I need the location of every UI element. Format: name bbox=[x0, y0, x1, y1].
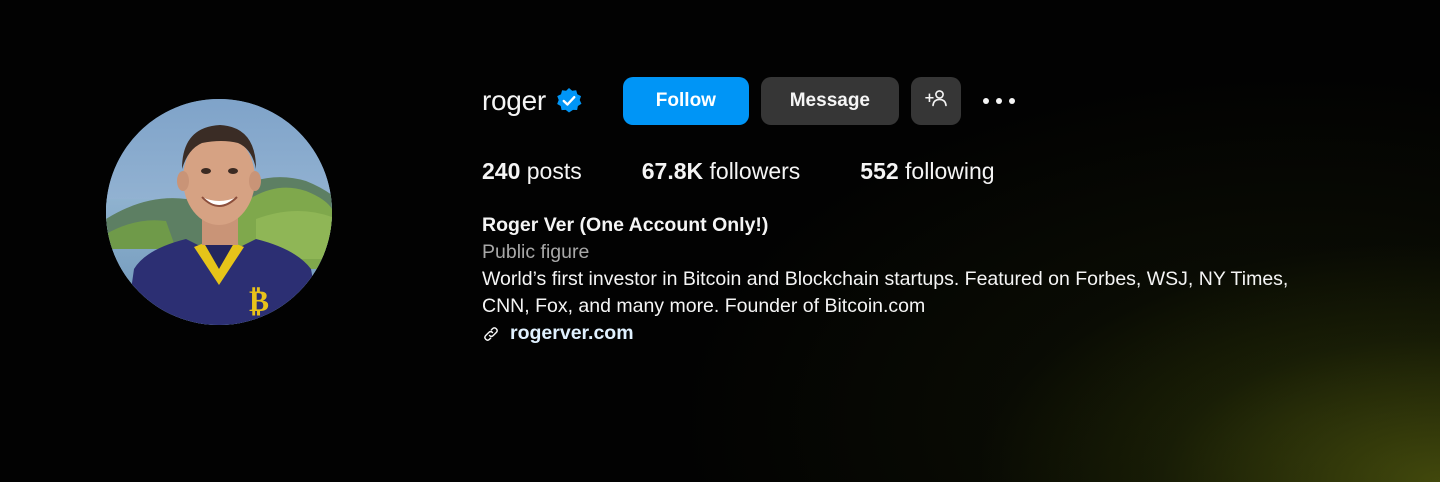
bio-text: World’s first investor in Bitcoin and Bl… bbox=[482, 266, 1402, 320]
bio-line: CNN, Fox, and many more. Founder of Bitc… bbox=[482, 295, 926, 317]
profile-header: ₿ roger Follow Message + 240 posts 67.8K… bbox=[0, 0, 1440, 482]
profile-stats: 240 posts 67.8K followers 552 following bbox=[482, 156, 1412, 186]
link-icon bbox=[482, 325, 500, 343]
more-options-icon bbox=[982, 98, 1015, 104]
more-options-button[interactable] bbox=[981, 77, 1017, 125]
avatar-image: ₿ bbox=[106, 99, 332, 325]
profile-top-row: roger Follow Message + bbox=[482, 76, 1412, 126]
username: roger bbox=[482, 85, 546, 116]
followers-label: followers bbox=[709, 157, 801, 184]
message-button[interactable]: Message bbox=[760, 77, 899, 125]
svg-text:₿: ₿ bbox=[249, 284, 269, 319]
bio-line: World’s first investor in Bitcoin and Bl… bbox=[482, 268, 1289, 290]
profile-bio: Roger Ver (One Account Only!) Public fig… bbox=[482, 212, 1412, 347]
profile-avatar[interactable]: ₿ bbox=[106, 99, 332, 325]
followers-number: 67.8K bbox=[641, 157, 704, 184]
verified-badge-icon bbox=[555, 87, 583, 115]
posts-number: 240 bbox=[482, 157, 521, 184]
add-person-icon: + bbox=[924, 88, 948, 114]
website-link-text[interactable]: rogerver.com bbox=[510, 320, 634, 347]
posts-label: posts bbox=[526, 157, 582, 184]
category-label: Public figure bbox=[482, 241, 590, 263]
following-count[interactable]: 552 following bbox=[860, 158, 994, 185]
followers-count[interactable]: 67.8K followers bbox=[642, 158, 801, 185]
full-name: Roger Ver (One Account Only!) bbox=[482, 214, 769, 236]
following-number: 552 bbox=[860, 157, 899, 184]
following-label: following bbox=[905, 157, 995, 184]
website-link[interactable]: rogerver.com bbox=[482, 320, 1412, 347]
suggested-accounts-button[interactable]: + bbox=[910, 77, 961, 125]
profile-info: roger Follow Message + 240 posts 67.8K f… bbox=[482, 76, 1412, 347]
posts-count: 240 posts bbox=[482, 158, 582, 185]
follow-button[interactable]: Follow bbox=[622, 77, 749, 125]
